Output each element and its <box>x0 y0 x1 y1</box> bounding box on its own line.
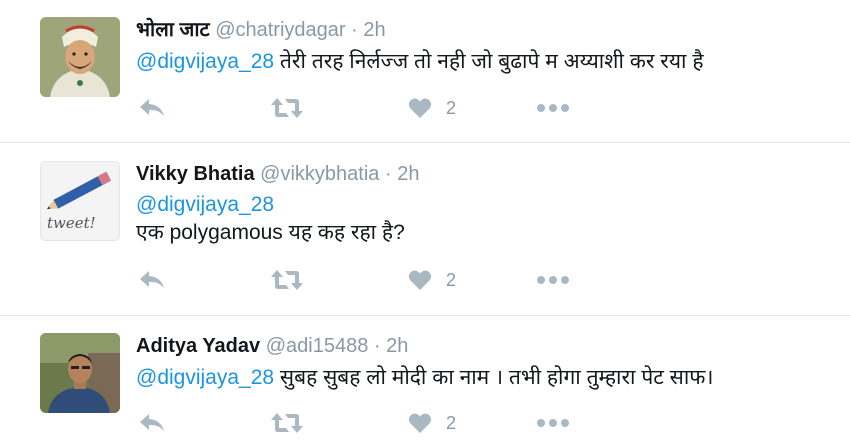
separator-dot: · <box>384 163 392 185</box>
separator-dot: · <box>351 19 358 41</box>
like-button[interactable]: 2 <box>408 94 456 122</box>
like-count: 2 <box>446 97 457 118</box>
timestamp[interactable]: 2h <box>363 19 385 41</box>
tweet-pencil-image: tweet! <box>41 162 119 240</box>
portrait-painting-image <box>40 17 120 97</box>
mention-link[interactable]: @digvijaya_28 <box>136 366 274 389</box>
man-photo-image <box>40 333 120 413</box>
more-button[interactable] <box>536 266 570 294</box>
tweet-body: एक polygamous यह कह रहा है? <box>136 221 405 244</box>
username[interactable]: @adi15488 <box>266 335 369 357</box>
retweet-icon <box>271 270 303 290</box>
like-count: 2 <box>446 412 457 433</box>
retweet-button[interactable] <box>270 266 304 294</box>
mention-link[interactable]: @digvijaya_28 <box>136 193 274 216</box>
retweet-button[interactable] <box>270 94 304 122</box>
more-button[interactable] <box>536 94 570 122</box>
tweet[interactable]: Aditya Yadav @adi15488 · 2h @digvijaya_2… <box>0 316 850 440</box>
tweet[interactable]: tweet! Vikky Bhatia @vikkybhatia · 2h @d… <box>0 143 850 313</box>
avatar[interactable] <box>40 333 120 413</box>
tweet-header: Vikky Bhatia @vikkybhatia · 2h <box>136 161 840 187</box>
more-icon <box>537 104 569 112</box>
mention-link[interactable]: @digvijaya_28 <box>136 50 274 73</box>
username[interactable]: @chatriydagar <box>215 19 345 41</box>
separator-dot: · <box>373 335 381 357</box>
heart-icon <box>408 98 432 118</box>
display-name[interactable]: भोला जाट <box>136 19 210 41</box>
timestamp[interactable]: 2h <box>386 335 408 357</box>
retweet-icon <box>271 98 303 118</box>
avatar[interactable] <box>40 17 120 97</box>
tweet[interactable]: भोला जाट @chatriydagar · 2h @digvijaya_2… <box>0 0 850 140</box>
avatar-caption: tweet! <box>47 214 96 232</box>
tweet-body: तेरी तरह निर्लज्ज तो नही जो बुढापे म अय्… <box>274 50 704 73</box>
reply-icon <box>140 99 164 116</box>
like-button[interactable]: 2 <box>408 409 456 437</box>
reply-icon <box>140 271 164 288</box>
tweet-feed: भोला जाट @chatriydagar · 2h @digvijaya_2… <box>0 0 850 440</box>
more-icon <box>537 276 569 284</box>
reply-button[interactable] <box>138 94 166 122</box>
username[interactable]: @vikkybhatia <box>260 163 379 185</box>
more-button[interactable] <box>536 409 570 437</box>
retweet-icon <box>271 413 303 433</box>
display-name[interactable]: Aditya Yadav <box>136 335 260 357</box>
reply-button[interactable] <box>138 266 166 294</box>
tweet-text: @digvijaya_28 तेरी तरह निर्लज्ज तो नही ज… <box>136 48 840 76</box>
tweet-text: @digvijaya_28 सुबह सुबह लो मोदी का नाम ।… <box>136 364 840 392</box>
like-button[interactable]: 2 <box>408 266 456 294</box>
retweet-button[interactable] <box>270 409 304 437</box>
heart-icon <box>408 413 432 433</box>
tweet-header: Aditya Yadav @adi15488 · 2h <box>136 333 840 359</box>
like-count: 2 <box>446 269 457 290</box>
more-icon <box>537 419 569 427</box>
avatar[interactable]: tweet! <box>40 161 120 241</box>
tweet-header: भोला जाट @chatriydagar · 2h <box>136 17 840 43</box>
tweet-body: सुबह सुबह लो मोदी का नाम । तभी होगा तुम्… <box>274 366 714 389</box>
display-name[interactable]: Vikky Bhatia <box>136 163 255 185</box>
timestamp[interactable]: 2h <box>397 163 419 185</box>
heart-icon <box>408 270 432 290</box>
reply-icon <box>140 414 164 431</box>
reply-button[interactable] <box>138 409 166 437</box>
tweet-text: @digvijaya_28 एक polygamous यह कह रहा है… <box>136 191 840 247</box>
